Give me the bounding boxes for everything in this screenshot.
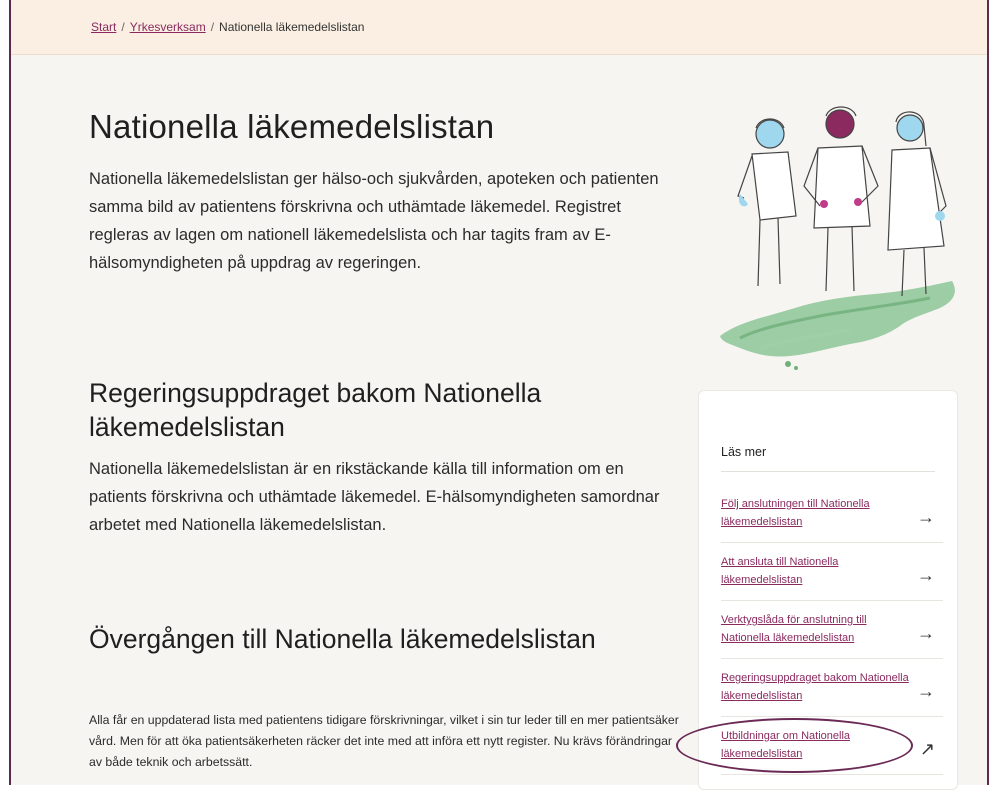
page-intro: Nationella läkemedelslistan ger hälso-oc… (89, 170, 659, 272)
link-regeringsuppdraget[interactable]: Regeringsuppdraget bakom Nationella läke… (721, 669, 911, 705)
arrow-right-icon[interactable]: → (917, 681, 935, 702)
page-title: Nationella läkemedelslistan (89, 108, 495, 145)
nurse-left-figure (737, 118, 797, 287)
list-item: Följ anslutningen till Nationella läkeme… (721, 487, 943, 543)
arrow-right-icon[interactable]: → (917, 623, 935, 644)
breadcrumb-current: Nationella läkemedelslistan (219, 20, 365, 34)
read-more-links: Följ anslutningen till Nationella läkeme… (721, 487, 943, 777)
link-att-ansluta[interactable]: Att ansluta till Nationella läkemedelsli… (721, 553, 911, 589)
external-link-icon[interactable]: ↗ (920, 739, 935, 760)
doctor-middle-figure (803, 106, 879, 292)
read-more-card: Läs mer Följ anslutningen till Nationell… (698, 390, 958, 790)
link-folj-anslutningen[interactable]: Följ anslutningen till Nationella läkeme… (721, 495, 911, 531)
divider (721, 471, 935, 472)
arrow-right-icon[interactable]: → (917, 507, 935, 528)
list-item: Verktygslåda för anslutning till Natione… (721, 603, 943, 659)
link-utbildningar[interactable]: Utbildningar om Nationella läkemedelslis… (721, 727, 911, 763)
arrow-right-icon[interactable]: → (917, 565, 935, 586)
section-text-regeringsuppdraget: Nationella läkemedelslistan är en rikstä… (89, 460, 660, 534)
breadcrumb-bar: Start / Yrkesverksam / Nationella läkemedels… (11, 0, 987, 55)
section-text-overgangen: Alla får en uppdaterad lista med patient… (89, 713, 679, 769)
section-heading-overgangen: Övergången till Nationella läkemedelslis… (89, 624, 596, 654)
link-verktygslada[interactable]: Verktygslåda för anslutning till Natione… (721, 611, 911, 647)
breadcrumb-start-link[interactable]: Start (91, 20, 116, 34)
list-item: Regeringsuppdraget bakom Nationella läke… (721, 661, 943, 717)
breadcrumb-yrkesverksam-link[interactable]: Yrkesverksam (130, 20, 206, 34)
breadcrumb-separator: / (210, 20, 215, 34)
list-item: Utbildningar om Nationella läkemedelslis… (721, 719, 943, 775)
list-item: Att ansluta till Nationella läkemedelsli… (721, 545, 943, 601)
sweden-map-shape (720, 281, 955, 370)
breadcrumb-separator: / (121, 20, 125, 34)
doctor-right-figure (887, 111, 947, 297)
healthcare-workers-illustration (720, 106, 955, 370)
section-heading-regeringsuppdraget: Regeringsuppdraget bakom Nationella läke… (89, 378, 542, 442)
read-more-title: Läs mer (721, 445, 767, 459)
breadcrumb: Start / Yrkesverksam / Nationella läkemedels… (91, 20, 364, 34)
